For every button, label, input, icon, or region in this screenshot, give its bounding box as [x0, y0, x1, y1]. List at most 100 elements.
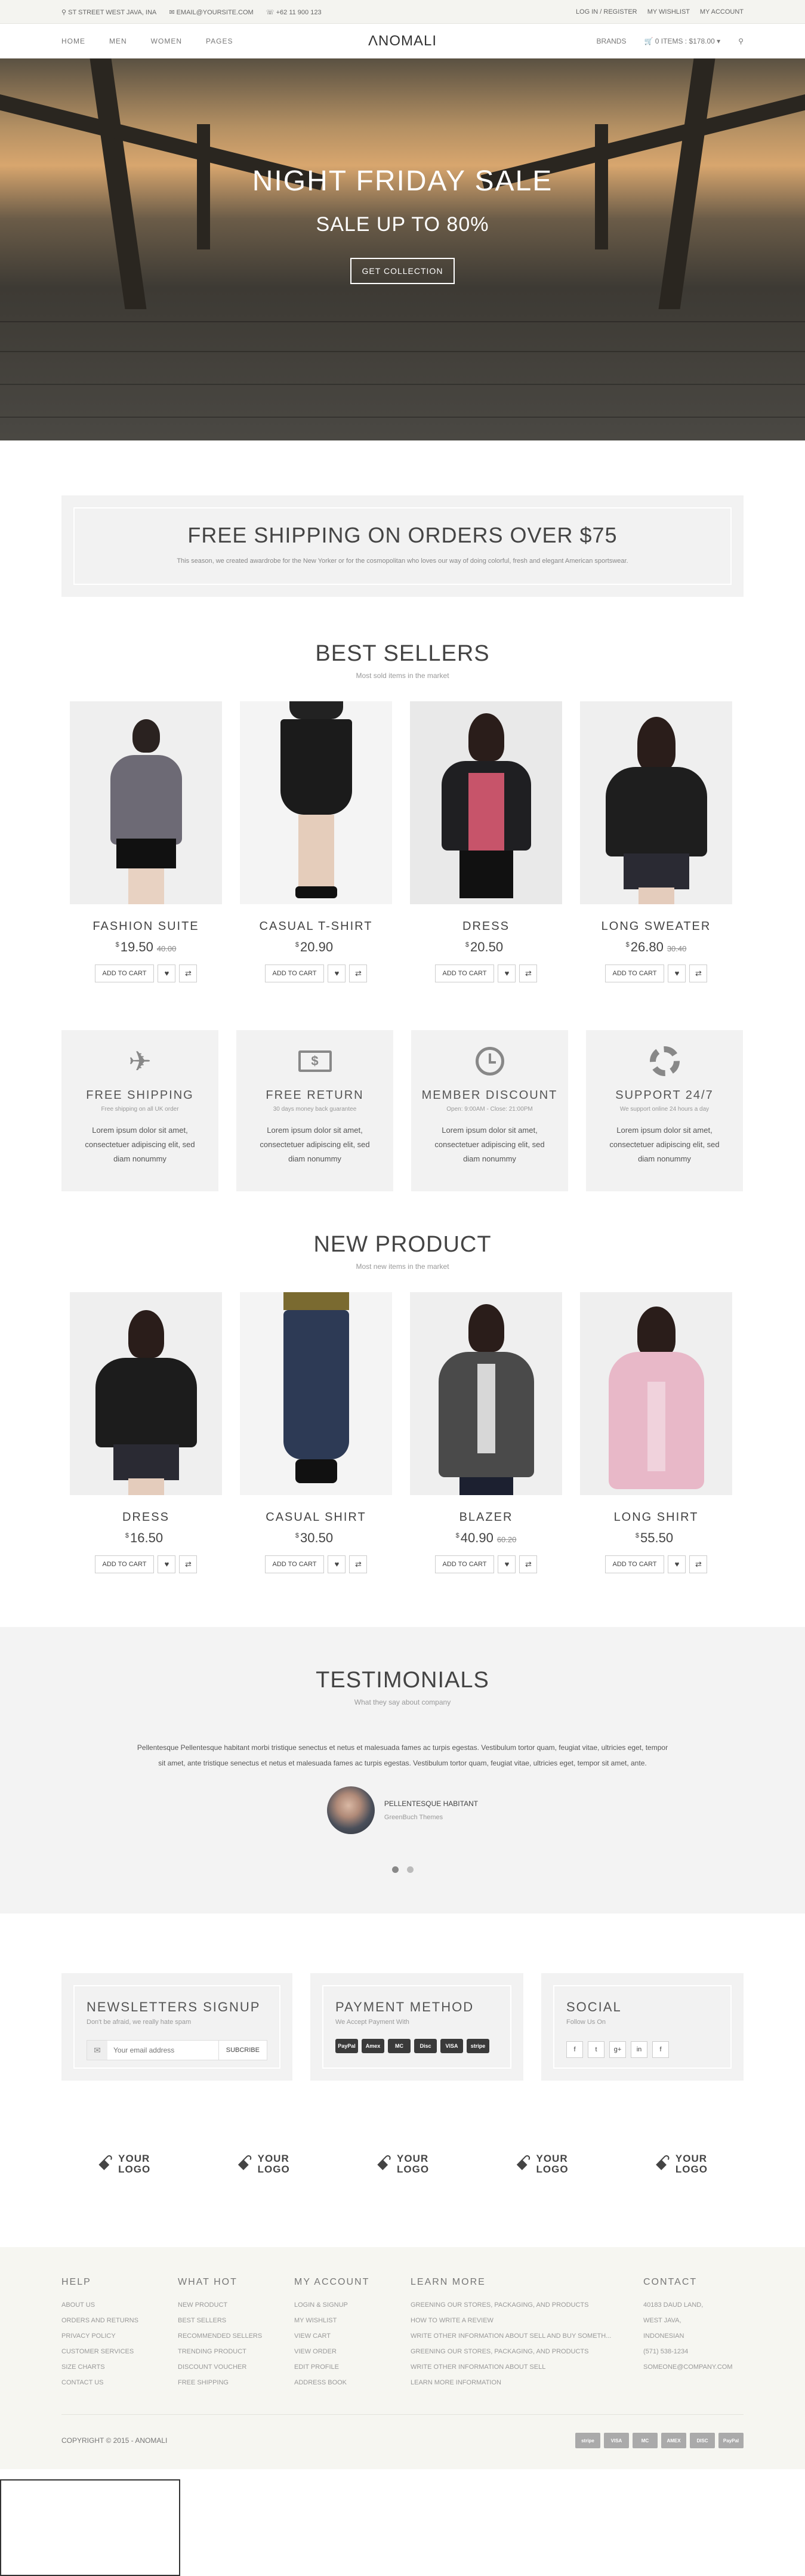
compare-icon[interactable]: ⇄ — [349, 1555, 368, 1573]
google-plus-icon[interactable]: g+ — [609, 2041, 626, 2058]
facebook-icon[interactable]: f — [652, 2041, 669, 2058]
wishlist-heart-icon[interactable]: ♥ — [668, 1555, 686, 1573]
product-image[interactable] — [410, 1292, 562, 1495]
footer-link[interactable]: CUSTOMER SERVICES — [61, 2344, 178, 2359]
add-to-cart-button[interactable]: ADD TO CART — [264, 1555, 325, 1573]
product-image[interactable] — [240, 1292, 392, 1495]
footer-link[interactable]: LEARN MORE INFORMATION — [411, 2375, 643, 2390]
cart-button[interactable]: 🛒 0 ITEMS : $178.00 ▾ — [644, 37, 720, 45]
product-name[interactable]: LONG SWEATER — [580, 920, 732, 933]
footer-link[interactable]: ORDERS AND RETURNS — [61, 2313, 178, 2328]
footer-link[interactable]: PRIVACY POLICY — [61, 2328, 178, 2344]
footer-link[interactable]: HOW TO WRITE A REVIEW — [411, 2313, 643, 2328]
wishlist-heart-icon[interactable]: ♥ — [328, 1555, 346, 1573]
footer-link[interactable]: SIZE CHARTS — [61, 2359, 178, 2375]
footer-link[interactable]: TRENDING PRODUCT — [178, 2344, 294, 2359]
add-to-cart-button[interactable]: ADD TO CART — [264, 965, 325, 982]
product-name[interactable]: BLAZER — [410, 1511, 562, 1524]
product-name[interactable]: FASHION SUITE — [70, 920, 222, 933]
price-value: 20.90 — [300, 939, 334, 954]
footer-link[interactable]: ABOUT US — [61, 2297, 178, 2313]
brand-logo[interactable]: ꗃ YOUR LOGO — [236, 2152, 289, 2176]
footer-link[interactable]: DISCOUNT VOUCHER — [178, 2359, 294, 2375]
footer-link[interactable]: NEW PRODUCT — [178, 2297, 294, 2313]
twitter-icon[interactable]: t — [588, 2041, 604, 2058]
add-to-cart-button[interactable]: ADD TO CART — [94, 1555, 155, 1573]
footer-link[interactable]: WRITE OTHER INFORMATION ABOUT SELL AND B… — [411, 2328, 643, 2344]
subscribe-button[interactable]: SUBCRIBE — [218, 2041, 267, 2060]
feature-card: ✈ FREE SHIPPING Free shipping on all UK … — [61, 1030, 218, 1191]
site-logo[interactable]: ΛNOMALI — [368, 33, 437, 50]
compare-icon[interactable]: ⇄ — [519, 1555, 538, 1573]
nav-item-women[interactable]: WOMEN — [151, 37, 182, 45]
search-icon[interactable]: ⚲ — [738, 37, 744, 45]
nav-item-home[interactable]: HOME — [61, 37, 85, 45]
product-image[interactable] — [580, 1292, 732, 1495]
compare-icon[interactable]: ⇄ — [179, 1555, 198, 1573]
email-text[interactable]: ✉ EMAIL@YOURSITE.COM — [169, 9, 253, 16]
logo-text: LOGO — [536, 2163, 569, 2175]
nav-item-pages[interactable]: PAGES — [206, 37, 233, 45]
footer-link[interactable]: WRITE OTHER INFORMATION ABOUT SELL — [411, 2359, 643, 2375]
carousel-dot[interactable] — [406, 1866, 414, 1873]
hero-subtitle: SALE UP TO 80% — [316, 213, 489, 236]
product-name[interactable]: CASUAL T-SHIRT — [240, 920, 392, 933]
add-to-cart-button[interactable]: ADD TO CART — [434, 1555, 495, 1573]
wishlist-heart-icon[interactable]: ♥ — [158, 965, 176, 982]
product-image[interactable] — [410, 701, 562, 904]
product-image[interactable] — [70, 1292, 222, 1495]
wishlist-link[interactable]: MY WISHLIST — [647, 8, 690, 16]
product-image[interactable] — [70, 701, 222, 904]
login-link[interactable]: LOG IN / REGISTER — [576, 8, 637, 16]
footer-link[interactable]: ADDRESS BOOK — [294, 2375, 411, 2390]
brand-logo[interactable]: ꗃ YOUR LOGO — [376, 2152, 429, 2176]
compare-icon[interactable]: ⇄ — [689, 1555, 708, 1573]
currency: $ — [635, 1532, 640, 1539]
wishlist-heart-icon[interactable]: ♥ — [158, 1555, 176, 1573]
compare-icon[interactable]: ⇄ — [179, 965, 198, 982]
email-value[interactable]: EMAIL@YOURSITE.COM — [177, 9, 254, 16]
footer-link[interactable]: FREE SHIPPING — [178, 2375, 294, 2390]
brand-logo[interactable]: ꗃ YOUR LOGO — [655, 2152, 708, 2176]
compare-icon[interactable]: ⇄ — [689, 965, 708, 982]
wishlist-heart-icon[interactable]: ♥ — [498, 965, 516, 982]
footer-link[interactable]: RECOMMENDED SELLERS — [178, 2328, 294, 2344]
footer-link[interactable]: EDIT PROFILE — [294, 2359, 411, 2375]
wishlist-heart-icon[interactable]: ♥ — [668, 965, 686, 982]
wishlist-heart-icon[interactable]: ♥ — [498, 1555, 516, 1573]
product-name[interactable]: DRESS — [410, 920, 562, 933]
nav-item-brands[interactable]: BRANDS — [596, 37, 626, 45]
account-link[interactable]: MY ACCOUNT — [700, 8, 744, 16]
get-collection-button[interactable]: GET COLLECTION — [350, 258, 455, 284]
compare-icon[interactable]: ⇄ — [519, 965, 538, 982]
product-name[interactable]: CASUAL SHIRT — [240, 1511, 392, 1524]
footer-link[interactable]: VIEW ORDER — [294, 2344, 411, 2359]
brand-logo[interactable]: ꗃ YOUR LOGO — [97, 2152, 150, 2176]
cart-summary: 0 ITEMS : $178.00 — [655, 37, 715, 45]
add-to-cart-button[interactable]: ADD TO CART — [434, 965, 495, 982]
contact-email[interactable]: SOMEONE@COMPANY.COM — [643, 2359, 744, 2375]
add-to-cart-button[interactable]: ADD TO CART — [604, 965, 665, 982]
product-name[interactable]: LONG SHIRT — [580, 1511, 732, 1524]
add-to-cart-button[interactable]: ADD TO CART — [94, 965, 155, 982]
footer-link[interactable]: MY WISHLIST — [294, 2313, 411, 2328]
feature-text: Lorem ipsum dolor sit amet, consectetuer… — [434, 1126, 545, 1163]
product-image[interactable] — [240, 701, 392, 904]
footer-link[interactable]: VIEW CART — [294, 2328, 411, 2344]
footer-link[interactable]: GREENING OUR STORES, PACKAGING, AND PROD… — [411, 2344, 643, 2359]
wishlist-heart-icon[interactable]: ♥ — [328, 965, 346, 982]
footer-link[interactable]: LOGIN & SIGNUP — [294, 2297, 411, 2313]
linkedin-icon[interactable]: in — [631, 2041, 647, 2058]
footer-link[interactable]: GREENING OUR STORES, PACKAGING, AND PROD… — [411, 2297, 643, 2313]
brand-logo[interactable]: ꗃ YOUR LOGO — [515, 2152, 568, 2176]
email-field[interactable] — [107, 2041, 218, 2060]
nav-item-men[interactable]: MEN — [109, 37, 127, 45]
add-to-cart-button[interactable]: ADD TO CART — [604, 1555, 665, 1573]
carousel-dot-active[interactable] — [391, 1866, 399, 1873]
product-name[interactable]: DRESS — [70, 1511, 222, 1524]
footer-link[interactable]: BEST SELLERS — [178, 2313, 294, 2328]
compare-icon[interactable]: ⇄ — [349, 965, 368, 982]
product-image[interactable] — [580, 701, 732, 904]
facebook-icon[interactable]: f — [566, 2041, 583, 2058]
footer-link[interactable]: CONTACT US — [61, 2375, 178, 2390]
